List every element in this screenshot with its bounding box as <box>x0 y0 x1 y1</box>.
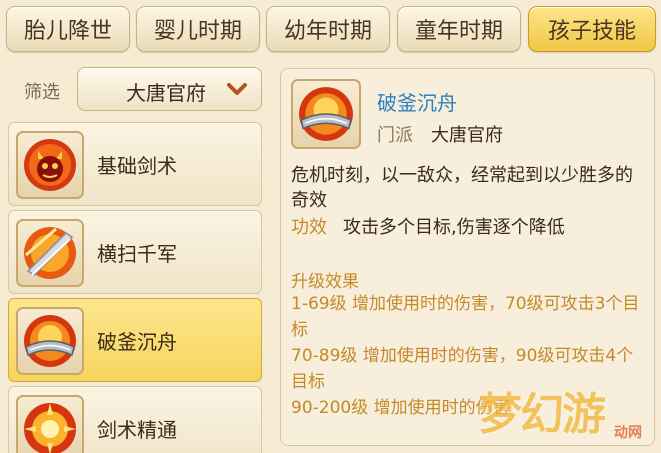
tab-childhood[interactable]: 童年时期 <box>397 6 521 52</box>
filter-label: 筛选 <box>24 82 60 103</box>
skill-description: 危机时刻，以一敌众，经常起到以少胜多的奇效 <box>291 165 633 211</box>
school-filter-dropdown[interactable]: 大唐官府 <box>77 67 262 111</box>
school-filter-value: 大唐官府 <box>126 81 206 105</box>
skill-name: 横扫千军 <box>97 242 177 266</box>
effect-label: 功效 <box>291 217 327 238</box>
chevron-down-icon <box>227 83 247 95</box>
effect-text: 攻击多个目标,伤害逐个降低 <box>343 217 565 238</box>
upgrade-title: 升级效果 <box>291 272 359 292</box>
tab-toddler[interactable]: 幼年时期 <box>266 6 390 52</box>
flame-burst-icon <box>16 395 84 453</box>
tab-fetus[interactable]: 胎儿降世 <box>6 6 130 52</box>
skill-name: 基础剑术 <box>97 154 177 178</box>
tab-child-skills[interactable]: 孩子技能 <box>528 6 656 52</box>
skill-name: 剑术精通 <box>97 418 177 442</box>
site-watermark: 梦幻游 动网 <box>478 376 661 453</box>
skill-item-basic-sword[interactable]: 基础剑术 <box>8 122 262 206</box>
tab-infant[interactable]: 婴儿时期 <box>136 6 260 52</box>
skill-name: 破釜沉舟 <box>97 330 177 354</box>
flaming-blade-icon <box>291 79 361 149</box>
red-demon-face-icon <box>16 131 84 199</box>
watermark-sub: 动网 <box>614 425 642 441</box>
tab-bar: 胎儿降世 婴儿时期 幼年时期 童年时期 孩子技能 <box>0 0 661 56</box>
skill-list[interactable]: 基础剑术 横扫千军 破釜沉舟 剑术精通 <box>8 120 264 453</box>
sword-slash-icon <box>16 219 84 287</box>
upgrade-line: 1-69级 增加使用时的伤害，70级可攻击3个目标 <box>291 294 640 340</box>
school-label: 门派 <box>377 125 413 146</box>
watermark-logo: 梦幻游 <box>478 389 606 440</box>
skill-item-sweep[interactable]: 横扫千军 <box>8 210 262 294</box>
school-value: 大唐官府 <box>431 125 503 146</box>
flaming-blade-icon <box>16 307 84 375</box>
skill-item-sword-mastery[interactable]: 剑术精通 <box>8 386 262 453</box>
skill-item-break-cauldron[interactable]: 破釜沉舟 <box>8 298 262 382</box>
skill-title: 破釜沉舟 <box>377 91 457 115</box>
